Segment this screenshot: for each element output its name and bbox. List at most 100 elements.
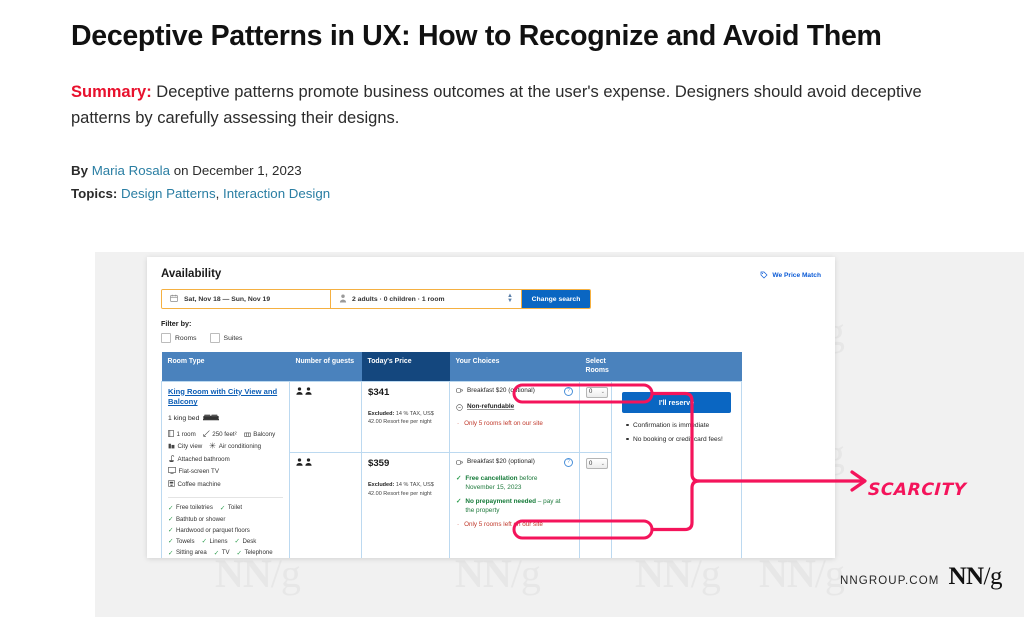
column-header-select-rooms: Select Rooms — [579, 352, 612, 382]
check-icon: ✓ — [456, 474, 462, 482]
column-header-choices: Your Choices — [449, 352, 580, 382]
help-icon[interactable]: ? — [564, 458, 573, 468]
cell-select-rooms: 0 ⌄ — [579, 452, 612, 558]
topics-line: Topics: Design Patterns, Interaction Des… — [71, 183, 971, 206]
tick-item: ✓ Desk — [234, 537, 257, 546]
amenity-row: Flat-screen TV — [168, 467, 283, 476]
choice-label: Free cancellation before November 15, 20… — [465, 475, 564, 493]
author-link[interactable]: Maria Rosala — [92, 163, 170, 178]
table-row: King Room with City View and Balcony 1 k… — [161, 380, 742, 558]
amenity-row: Attached bathroom — [168, 455, 283, 464]
room-name-link[interactable]: King Room with City View and Balcony — [168, 387, 283, 408]
choice-breakfast: Breakfast $20 (optional) — [456, 387, 564, 398]
filter-checkbox-rooms[interactable]: Rooms — [161, 333, 197, 343]
chevron-down-icon: ⌄ — [600, 460, 605, 467]
bullet-icon: · — [457, 419, 460, 427]
no-refund-icon — [456, 403, 463, 415]
article-summary: Summary: Deceptive patterns promote busi… — [71, 79, 956, 132]
price-note: Excluded: 14 % TAX, US$ 42.00 Resort fee… — [368, 410, 443, 427]
filter-checkbox-suites[interactable]: Suites — [209, 333, 243, 343]
amenity-city-view: City view — [168, 442, 202, 451]
check-icon: ✓ — [168, 516, 174, 524]
amenity-label: 250 feet² — [212, 430, 237, 438]
amenity-label: 1 room — [176, 430, 196, 438]
bed-icon — [203, 414, 220, 423]
choice-refund-policy: Non-refundable — [456, 403, 564, 414]
logo-g: g — [990, 563, 1003, 590]
guests-select[interactable]: 2 adults · 0 children · 1 room ▲ ▼ — [331, 290, 522, 308]
room-quantity-select[interactable]: 0 ⌄ — [586, 458, 608, 470]
air-conditioning-icon — [209, 442, 216, 451]
date-range-value: Sat, Nov 18 — Sun, Nov 19 — [184, 295, 271, 303]
bed-info: 1 king bed — [168, 414, 283, 423]
help-icon[interactable]: ? — [564, 386, 573, 396]
change-search-button[interactable]: Change search — [522, 290, 590, 308]
amenity-balcony: Balcony — [243, 430, 275, 439]
page-title: Deceptive Patterns in UX: How to Recogni… — [71, 20, 882, 52]
check-icon: ✓ — [456, 497, 462, 505]
amenity-label: Air conditioning — [218, 443, 262, 451]
choice-label: Non-refundable — [467, 403, 515, 411]
column-header-guests: Number of guests — [289, 352, 362, 382]
amenity-row: City view Air conditioning — [168, 442, 283, 451]
amenity-label: Coffee machine — [177, 480, 221, 488]
price-match-badge[interactable]: We Price Match — [760, 271, 821, 279]
cell-actions: I'll reserve Confirmation is immediate N… — [611, 380, 742, 558]
chevron-down-icon: ⌄ — [600, 389, 605, 396]
topic-link-interaction-design[interactable]: Interaction Design — [223, 186, 330, 201]
tick-item: ✓ Toilet — [219, 504, 243, 512]
bullet-icon: · — [457, 520, 460, 528]
check-icon: ✓ — [213, 549, 220, 557]
cell-guests — [289, 380, 362, 454]
article-header: Deceptive Patterns in UX: How to Recogni… — [71, 20, 971, 206]
scarcity-message: · Only 5 rooms left on our site — [456, 521, 573, 528]
column-header-price: Today's Price — [361, 352, 450, 382]
tag-icon — [760, 271, 768, 279]
tick-row: ✓ Bathtub or shower — [168, 515, 283, 524]
person-icon — [339, 294, 347, 305]
filter-label-suites: Suites — [223, 334, 243, 342]
brand-footer: NNGROUP.COM NN/g — [840, 563, 1003, 591]
price-note: Excluded: 14 % TAX, US$ 42.00 Resort fee… — [368, 481, 443, 498]
breakfast-icon — [456, 459, 463, 470]
room-quantity-select[interactable]: 0 ⌄ — [586, 386, 608, 398]
check-icon: ✓ — [168, 504, 174, 512]
select-value: 0 — [589, 460, 593, 467]
date-range-input[interactable]: Sat, Nov 18 — Sun, Nov 19 — [162, 290, 331, 308]
guests-value: 2 adults · 0 children · 1 room — [352, 295, 445, 303]
cell-price: $341 Excluded: 14 % TAX, US$ 42.00 Resor… — [361, 380, 450, 454]
check-icon: ✓ — [219, 504, 226, 512]
balcony-icon — [243, 430, 251, 439]
booking-screenshot: Availability We Price Match Sat, Nov 18 … — [147, 257, 835, 558]
topic-separator: , — [215, 186, 223, 202]
amenity-attached-bathroom: Attached bathroom — [168, 455, 230, 464]
tick-row: ✓ Free toiletries ✓ Toilet — [168, 504, 283, 512]
breakfast-icon — [456, 387, 463, 398]
column-header-room-type: Room Type — [161, 352, 290, 382]
perk-item: Confirmation is immediate — [626, 421, 731, 431]
stepper-icon[interactable]: ▲ ▼ — [507, 293, 513, 304]
scarcity-text: Only 5 rooms left on our site — [464, 419, 543, 427]
summary-label: Summary: — [71, 82, 152, 101]
checkbox-icon[interactable] — [161, 333, 171, 343]
perk-item: No booking or credit card fees! — [626, 435, 731, 445]
check-icon: ✓ — [201, 538, 208, 546]
amenity-tick-list: ✓ Free toiletries ✓ Toilet ✓ Bathtub or sho… — [168, 496, 283, 557]
reserve-button[interactable]: I'll reserve — [622, 391, 731, 413]
amenity-label: City view — [177, 443, 203, 451]
coffee-machine-icon — [168, 480, 175, 489]
checkbox-icon[interactable] — [209, 333, 220, 343]
tick-item: ✓ Sitting area — [168, 549, 207, 557]
topic-link-design-patterns[interactable]: Design Patterns — [121, 186, 216, 201]
tick-item: ✓ Linens — [201, 537, 228, 546]
choice-free-cancellation: ✓ Free cancellation before November 15, … — [456, 475, 564, 493]
amenity-flat-screen-tv: Flat-screen TV — [168, 467, 219, 476]
table-header-row: Room Type Number of guests Today's Price… — [161, 352, 742, 382]
by-label: By — [71, 163, 88, 179]
amenity-row: Coffee machine — [168, 480, 283, 489]
tick-item: ✓ Towels — [168, 537, 195, 546]
choice-no-prepayment: ✓ No prepayment needed – pay at the prop… — [456, 498, 564, 516]
brand-url: NNGROUP.COM — [840, 575, 940, 587]
ruler-icon — [203, 430, 210, 439]
choice-label: Breakfast $20 (optional) — [467, 458, 535, 466]
